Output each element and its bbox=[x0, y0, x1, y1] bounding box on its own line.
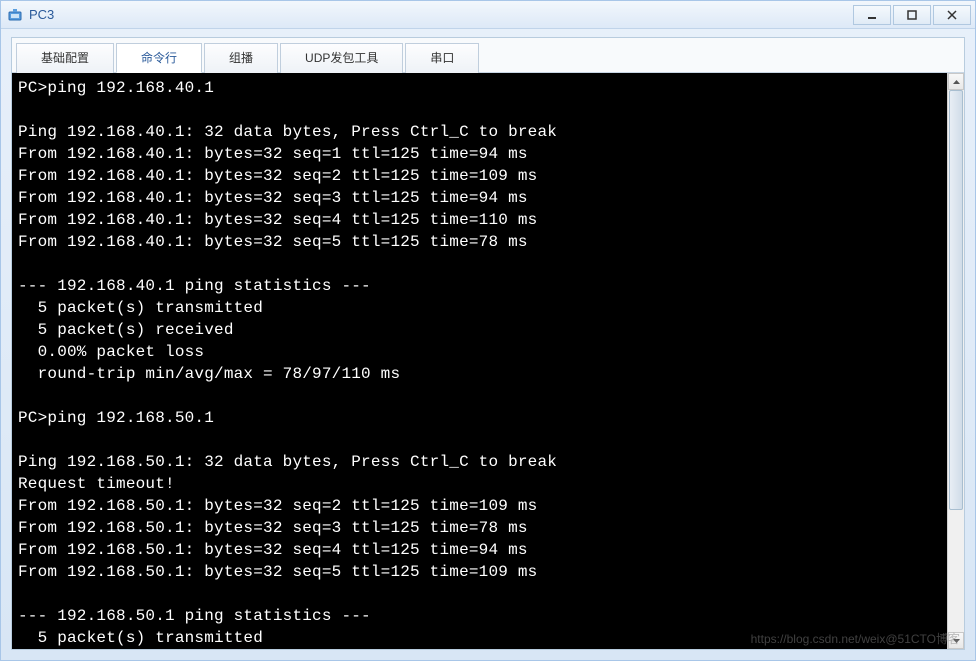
tab-bar: 基础配置 命令行 组播 UDP发包工具 串口 bbox=[12, 38, 964, 73]
scroll-track[interactable] bbox=[948, 90, 964, 632]
tab-udp[interactable]: UDP发包工具 bbox=[280, 43, 403, 73]
tab-serial[interactable]: 串口 bbox=[405, 43, 479, 73]
tab-basic[interactable]: 基础配置 bbox=[16, 43, 114, 73]
app-window: PC3 基础配置 命令行 组播 UDP发包工具 串口 PC>ping 192.1… bbox=[0, 0, 976, 661]
scroll-thumb[interactable] bbox=[949, 90, 963, 510]
terminal-output[interactable]: PC>ping 192.168.40.1 Ping 192.168.40.1: … bbox=[12, 73, 947, 649]
content-area: 基础配置 命令行 组播 UDP发包工具 串口 PC>ping 192.168.4… bbox=[11, 37, 965, 650]
scroll-up-button[interactable] bbox=[948, 73, 964, 90]
tab-label: UDP发包工具 bbox=[305, 51, 378, 65]
terminal-container: PC>ping 192.168.40.1 Ping 192.168.40.1: … bbox=[12, 73, 964, 649]
tab-cli[interactable]: 命令行 bbox=[116, 43, 202, 73]
tab-label: 命令行 bbox=[141, 51, 177, 65]
tab-label: 串口 bbox=[430, 51, 454, 65]
scroll-down-button[interactable] bbox=[948, 632, 964, 649]
tab-label: 组播 bbox=[229, 51, 253, 65]
close-button[interactable] bbox=[933, 5, 971, 25]
tab-label: 基础配置 bbox=[41, 51, 89, 65]
scrollbar bbox=[947, 73, 964, 649]
app-icon bbox=[7, 7, 23, 23]
titlebar: PC3 bbox=[1, 1, 975, 29]
maximize-button[interactable] bbox=[893, 5, 931, 25]
window-title: PC3 bbox=[29, 7, 851, 22]
minimize-button[interactable] bbox=[853, 5, 891, 25]
window-controls bbox=[851, 5, 971, 25]
tab-multicast[interactable]: 组播 bbox=[204, 43, 278, 73]
